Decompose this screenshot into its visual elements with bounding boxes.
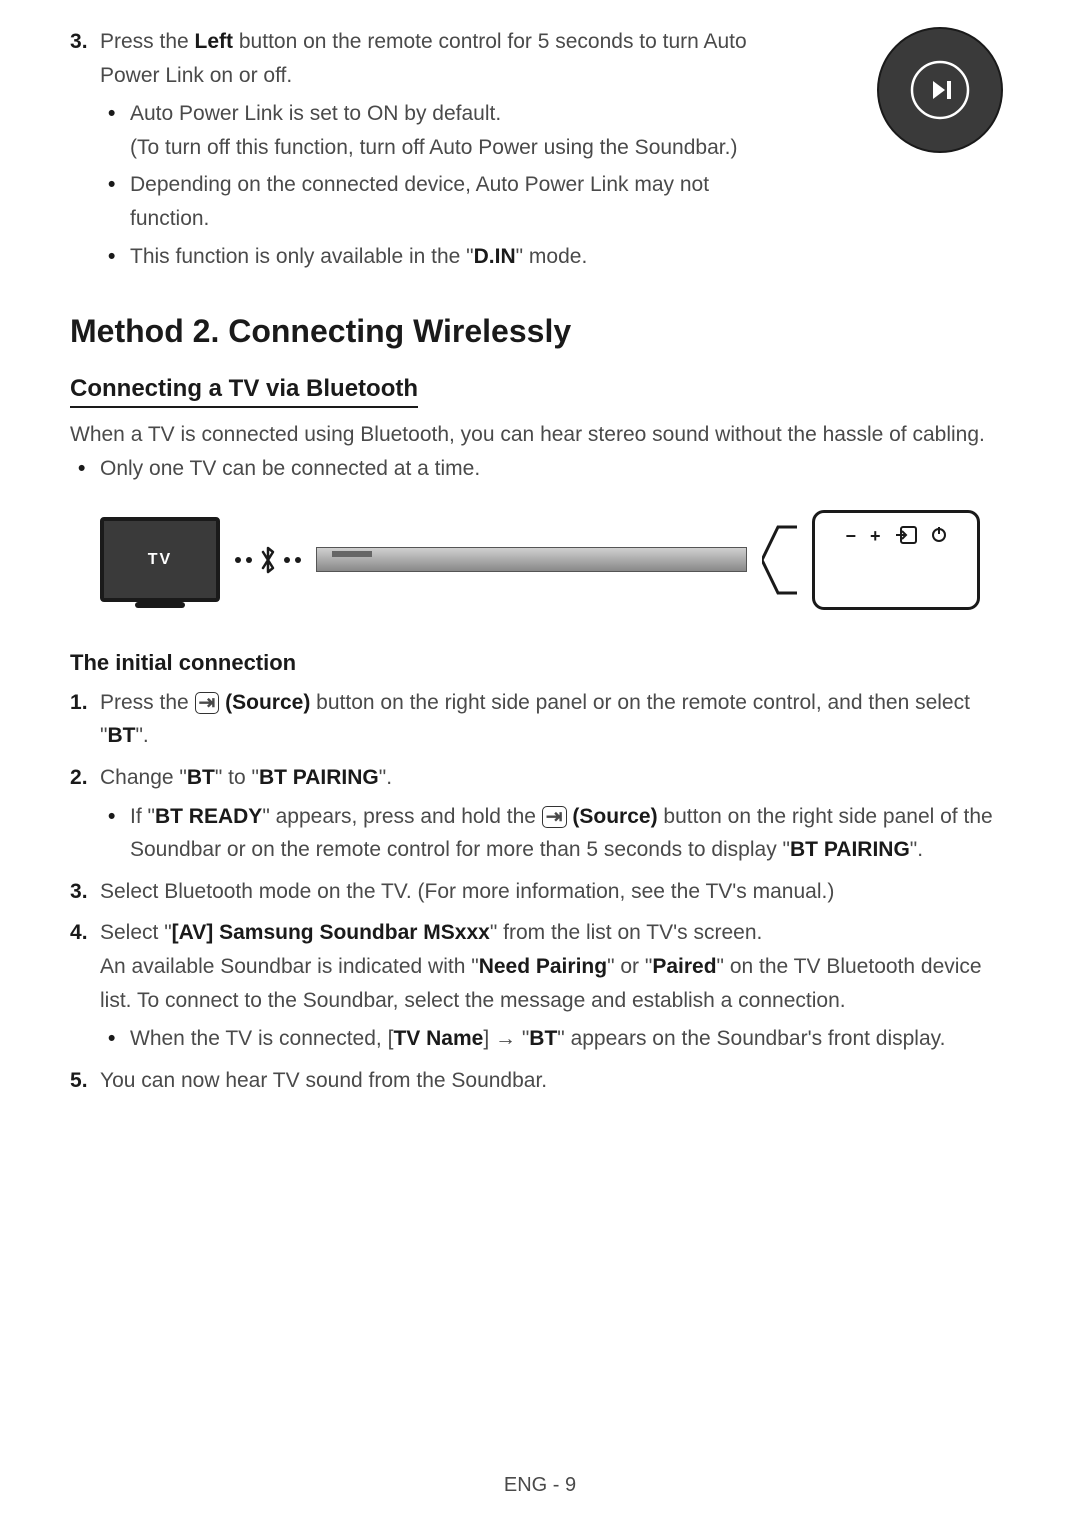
bt-intro-bullets: Only one TV can be connected at a time. [70,452,1010,486]
step-3-text-part1: Press the [100,30,195,53]
step-3-left-bold: Left [195,30,234,53]
connector-lines-icon [762,525,797,595]
ic-s2b-t2: " appears, press and hold the [262,805,541,828]
remote-play-button-illustration [875,25,1005,155]
initial-connection-heading: The initial connection [70,650,1010,676]
method-2-heading: Method 2. Connecting Wirelessly [70,313,1010,350]
ic-step-5: 5 You can now hear TV sound from the Sou… [100,1064,1010,1098]
bullet-one-tv: Only one TV can be connected at a time. [100,452,1010,486]
connecting-bt-subheading: Connecting a TV via Bluetooth [70,375,418,408]
ic-step-2-b1: BT [187,766,215,789]
bullet-3-din: D.IN [474,245,516,268]
source-panel-icon [895,526,917,549]
ic-step-4-l2-2: " or " [607,955,652,978]
bt-intro-text: When a TV is connected using Bluetooth, … [70,423,1010,447]
ic-step-5-t1: You can now hear TV sound from the Sound… [100,1069,547,1092]
ic-step-1-source: (Source) [225,691,310,714]
step-3-bullets: Auto Power Link is set to ON by default.… [100,97,750,273]
ic-step-3-t1: Select Bluetooth mode on the TV. (For mo… [100,880,834,903]
ic-step-2-num: 2 [70,761,88,795]
bullet-auto-power-default: Auto Power Link is set to ON by default.… [130,97,750,164]
ic-s2b-b1: BT READY [155,805,262,828]
ic-s2b-t1: If " [130,805,155,828]
ic-step-4-t1: Select " [100,921,172,944]
tv-stand [135,602,185,608]
bullet-3-text-after: " mode. [516,245,588,268]
ic-step-2-t2: " to " [215,766,259,789]
ic-step-4: 4 Select "[AV] Samsung Soundbar MSxxx" f… [100,916,1010,1055]
ic-step-4-b1: [AV] Samsung Soundbar MSxxx [172,921,490,944]
ic-step-3-num: 3 [70,875,88,909]
source-icon: ⇥ [195,692,220,714]
step-3-number: 3 [70,25,88,59]
ic-step-4-l2-b1: Need Pairing [479,955,607,978]
ic-step-1-t1: Press the [100,691,195,714]
plus-icon: + [870,526,881,547]
bluetooth-signal-icon [235,544,301,576]
ic-step-1-t3: ". [135,724,148,747]
ic-step-5-num: 5 [70,1064,88,1098]
ic-step-2-b2: BT PAIRING [259,766,379,789]
power-icon [931,526,947,547]
bullet-1-line2: (To turn off this function, turn off Aut… [130,136,737,159]
bullet-depending-device: Depending on the connected device, Auto … [130,168,750,235]
ic-step-4-l2-b2: Paired [652,955,716,978]
tv-icon: TV [100,517,220,602]
step-3-list: 3 Press the Left button on the remote co… [70,25,750,273]
ic-step-4-bullet: When the TV is connected, [TV Name] → "B… [130,1022,1010,1056]
bullet-3-text-1: This function is only available in the " [130,245,474,268]
ic-step-4-l2-1: An available Soundbar is indicated with … [100,955,479,978]
ic-step-2-bullet: If "BT READY" appears, press and hold th… [130,800,1010,867]
source-icon: ⇥ [542,806,567,828]
initial-connection-steps: 1 Press the ⇥ (Source) button on the rig… [70,686,1010,1098]
ic-step-2-bullets: If "BT READY" appears, press and hold th… [100,800,1010,867]
ic-s4b-b2: BT [529,1027,557,1050]
ic-step-1: 1 Press the ⇥ (Source) button on the rig… [100,686,1010,753]
ic-step-4-num: 4 [70,916,88,950]
ic-step-4-bullets: When the TV is connected, [TV Name] → "B… [100,1022,1010,1056]
step-3-item: 3 Press the Left button on the remote co… [100,25,750,273]
bullet-din-mode: This function is only available in the "… [130,240,750,274]
ic-step-2-t3: ". [379,766,392,789]
soundbar-icon [316,547,747,572]
page-footer: ENG - 9 [0,1474,1080,1497]
ic-s4b-b1: TV Name [393,1027,483,1050]
ic-s4b-t3: " appears on the Soundbar's front displa… [557,1027,945,1050]
bt-connection-diagram: TV − + [70,490,1010,630]
bullet-1-line1: Auto Power Link is set to ON by default. [130,102,501,125]
ic-s4b-t1: When the TV is connected, [ [130,1027,393,1050]
ic-step-2-t1: Change " [100,766,187,789]
ic-step-4-t2: " from the list on TV's screen. [490,921,763,944]
ic-step-1-bt: BT [107,724,135,747]
ic-step-3: 3 Select Bluetooth mode on the TV. (For … [100,875,1010,909]
ic-s2b-source: (Source) [572,805,657,828]
soundbar-side-panel-icon: − + [812,510,980,610]
ic-step-2: 2 Change "BT" to "BT PAIRING". If "BT RE… [100,761,1010,867]
minus-icon: − [845,526,856,547]
tv-label: TV [148,551,172,569]
ic-s2b-b2: BT PAIRING [790,838,910,861]
ic-s2b-t4: ". [910,838,923,861]
ic-step-1-num: 1 [70,686,88,720]
bullet-2-text: Depending on the connected device, Auto … [130,173,709,230]
ic-s4b-t2: ] → " [483,1027,529,1050]
